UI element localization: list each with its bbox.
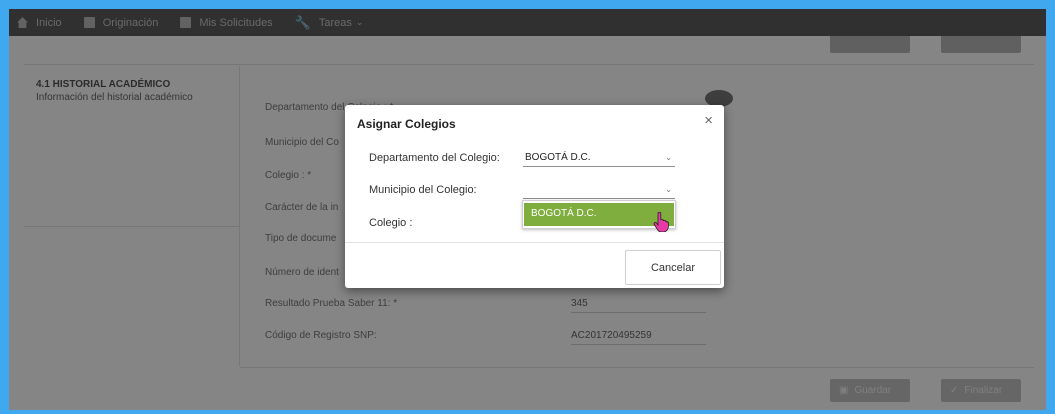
dept-select[interactable]: BOGOTÁ D.C. ⌄ (523, 152, 675, 167)
assign-schools-dialog: Asignar Colegios × Departamento del Cole… (345, 105, 724, 288)
dept-label: Departamento del Colegio: (369, 152, 500, 164)
hand-cursor-icon (653, 212, 669, 232)
close-icon[interactable]: × (704, 112, 713, 129)
muni-select[interactable]: ⌄ (523, 184, 675, 199)
chevron-down-icon: ⌄ (665, 185, 672, 194)
dropdown-option-bogota[interactable]: BOGOTÁ D.C. (524, 203, 674, 226)
chevron-down-icon: ⌄ (665, 153, 672, 162)
dept-select-value: BOGOTÁ D.C. (525, 152, 591, 163)
dialog-title: Asignar Colegios (357, 117, 456, 131)
app-window: Inicio Originación Mis Solicitudes 🔧 Tar… (9, 9, 1046, 410)
colegio-label: Colegio : (369, 217, 413, 229)
muni-label: Municipio del Colegio: (369, 184, 477, 196)
cancel-button[interactable]: Cancelar (625, 250, 721, 285)
dialog-footer-divider (345, 242, 724, 243)
